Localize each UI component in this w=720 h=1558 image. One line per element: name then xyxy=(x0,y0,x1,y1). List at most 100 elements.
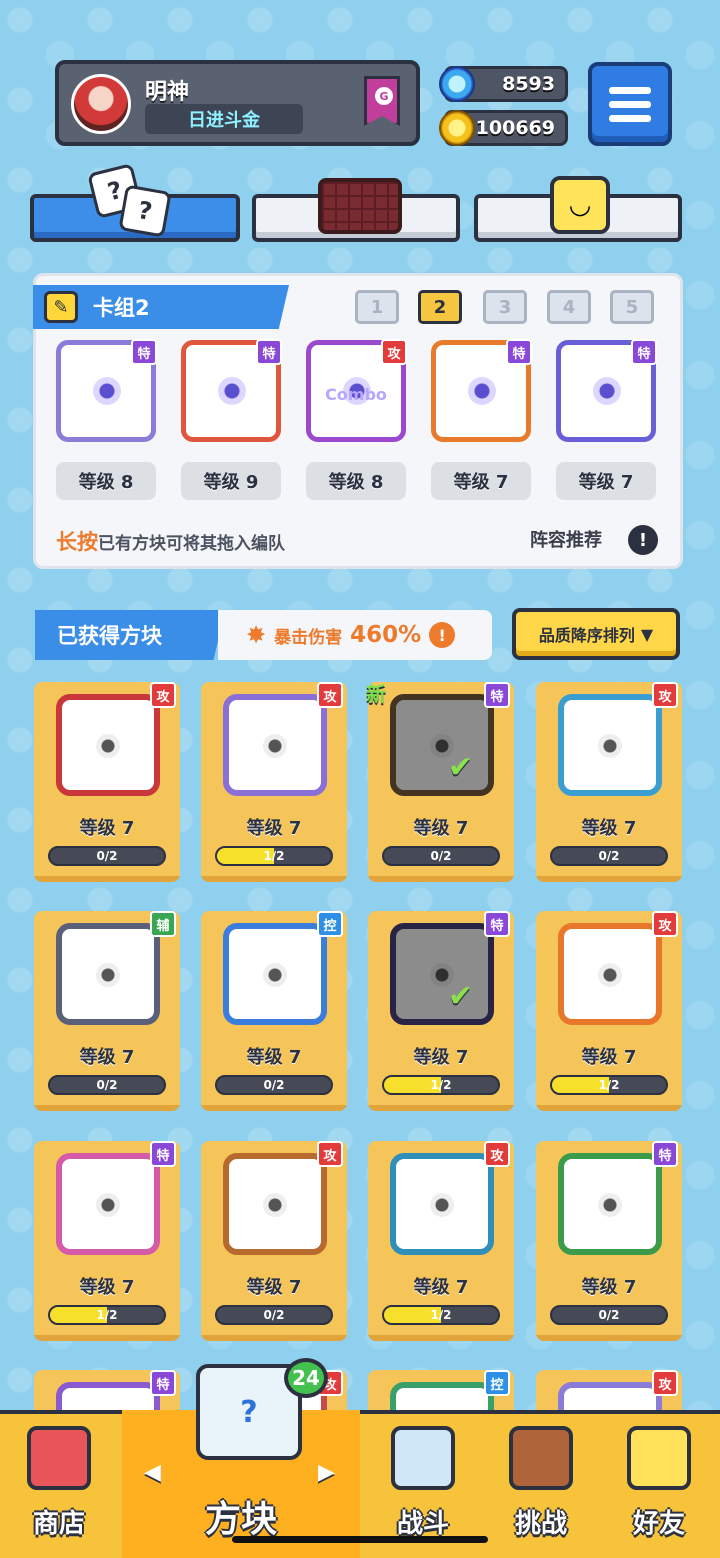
caret-down-icon: ▼ xyxy=(640,624,654,644)
deck-number-4[interactable]: 4 xyxy=(547,290,591,324)
sort-dropdown[interactable]: 品质降序排列 ▼ xyxy=(512,608,680,660)
progress-text: 0/2 xyxy=(96,849,118,863)
upgrade-progress-bar: 1/2 xyxy=(382,1075,500,1095)
recommend-button[interactable]: 阵容推荐 xyxy=(530,526,602,552)
block-tag: 辅 xyxy=(150,911,176,937)
player-title: 日进斗金 xyxy=(145,104,303,134)
block-art xyxy=(56,694,160,796)
upgrade-progress-bar: 1/2 xyxy=(215,846,333,866)
progress-text: 1/2 xyxy=(263,849,285,863)
smiley-icon: ◡ xyxy=(550,176,610,234)
progress-text: 1/2 xyxy=(96,1308,118,1322)
crit-info-icon[interactable]: ! xyxy=(429,622,456,648)
checkmark-icon: ✔ xyxy=(448,979,474,1014)
deck-card[interactable]: Combo 攻 xyxy=(306,339,407,442)
profile-card[interactable]: 明神 日进斗金 G xyxy=(55,60,420,146)
rank-badge[interactable]: G xyxy=(364,76,400,126)
owned-block-card[interactable]: 控等级 7 0/2 xyxy=(201,911,347,1111)
owned-block-card[interactable]: ✔ 特等级 7 0/2 xyxy=(368,682,514,882)
owned-block-card[interactable]: 特等级 7 1/2 xyxy=(34,1141,180,1341)
progress-text: 1/2 xyxy=(430,1308,452,1322)
coin-counter[interactable]: 100669 xyxy=(439,110,568,146)
block-art xyxy=(390,1153,494,1255)
progress-text: 1/2 xyxy=(598,1078,620,1092)
coin-icon xyxy=(439,110,475,146)
nav-friends-label: 好友 xyxy=(632,1509,685,1539)
owned-block-card[interactable]: 攻等级 7 1/2 xyxy=(201,682,347,882)
block-art xyxy=(390,694,494,796)
crit-icon: ✸ xyxy=(246,621,267,649)
nav-friends[interactable]: 好友 xyxy=(600,1410,718,1558)
block-level: 等级 7 xyxy=(79,1277,135,1298)
block-tag: 特 xyxy=(484,682,510,708)
owned-block-card[interactable]: 攻等级 7 1/2 xyxy=(368,1141,514,1341)
owned-block-card[interactable]: 攻等级 7 0/2 xyxy=(34,682,180,882)
owned-block-card[interactable]: 辅等级 7 0/2 xyxy=(34,911,180,1111)
deck-card-level: 等级 9 xyxy=(181,462,281,500)
gem-icon xyxy=(439,66,475,102)
shield-icon xyxy=(391,1426,455,1490)
progress-text: 0/2 xyxy=(263,1308,285,1322)
progress-text: 0/2 xyxy=(598,849,620,863)
nav-shop[interactable]: 商店 xyxy=(0,1410,118,1558)
deck-card-level: 等级 8 xyxy=(56,462,156,500)
nav-blocks-label: 方块 xyxy=(204,1499,277,1540)
block-core-icon xyxy=(263,1193,287,1217)
home-indicator xyxy=(232,1536,488,1543)
block-core-icon xyxy=(598,963,622,987)
deck-card[interactable]: 特 xyxy=(431,339,532,442)
menu-button[interactable] xyxy=(588,62,672,146)
dice-icon: ? xyxy=(118,184,172,238)
owned-block-card[interactable]: 特等级 7 0/2 xyxy=(536,1141,682,1341)
nav-challenge-label: 挑战 xyxy=(514,1509,567,1539)
upgrade-progress-bar: 0/2 xyxy=(550,1305,668,1325)
info-icon[interactable]: ! xyxy=(628,525,658,555)
progress-text: 1/2 xyxy=(430,1078,452,1092)
owned-block-card[interactable]: 攻等级 7 1/2 xyxy=(536,911,682,1111)
upgrade-progress-bar: 0/2 xyxy=(48,846,166,866)
owned-block-card[interactable]: ✔ 特等级 7 1/2 xyxy=(368,911,514,1111)
deck-card-level: 等级 7 xyxy=(431,462,531,500)
owned-title: 已获得方块 xyxy=(35,610,225,660)
block-core-icon xyxy=(218,377,246,405)
block-core-icon xyxy=(263,963,287,987)
prev-arrow-icon[interactable]: ◀ xyxy=(144,1460,161,1485)
block-core-icon xyxy=(598,1193,622,1217)
block-core-icon xyxy=(468,377,496,405)
deck-number-5[interactable]: 5 xyxy=(610,290,654,324)
upgrade-progress-bar: 1/2 xyxy=(48,1305,166,1325)
rank-letter: G xyxy=(375,87,393,105)
deck-number-1[interactable]: 1 xyxy=(355,290,399,324)
block-level: 等级 7 xyxy=(581,1047,637,1068)
owned-block-card[interactable]: 攻等级 7 0/2 xyxy=(536,682,682,882)
block-tag: 特 xyxy=(150,1141,176,1167)
owned-block-card[interactable]: 攻等级 7 0/2 xyxy=(201,1141,347,1341)
deck-card[interactable]: 特 xyxy=(56,339,157,442)
gem-counter[interactable]: 8593 xyxy=(439,66,568,102)
block-tag: 攻 xyxy=(652,682,678,708)
block-core-icon xyxy=(93,377,121,405)
deck-number-3[interactable]: 3 xyxy=(483,290,527,324)
upgrade-progress-bar: 0/2 xyxy=(48,1075,166,1095)
block-tag: 攻 xyxy=(652,1370,678,1396)
nav-challenge[interactable]: 挑战 xyxy=(482,1410,600,1558)
deck-number-2[interactable]: 2 xyxy=(418,290,462,324)
block-tag: 特 xyxy=(150,1370,176,1396)
nav-battle-label: 战斗 xyxy=(396,1509,449,1539)
upgrade-progress-bar: 0/2 xyxy=(550,846,668,866)
deck-card[interactable]: 特 xyxy=(556,339,657,442)
block-level: 等级 7 xyxy=(246,1277,302,1298)
block-core-icon xyxy=(96,963,120,987)
nav-shop-label: 商店 xyxy=(32,1509,85,1539)
avatar[interactable] xyxy=(71,74,131,134)
menu-icon xyxy=(609,86,651,94)
block-tag: 攻 xyxy=(317,682,343,708)
deck-card[interactable]: 特 xyxy=(181,339,282,442)
block-level: 等级 7 xyxy=(581,818,637,839)
deck-card-tag: 特 xyxy=(256,339,282,365)
edit-icon[interactable]: ✎ xyxy=(44,291,78,323)
next-arrow-icon[interactable]: ▶ xyxy=(318,1460,335,1485)
block-tag: 攻 xyxy=(652,911,678,937)
deck-card-tag: 特 xyxy=(631,339,657,365)
block-level: 等级 7 xyxy=(246,1047,302,1068)
